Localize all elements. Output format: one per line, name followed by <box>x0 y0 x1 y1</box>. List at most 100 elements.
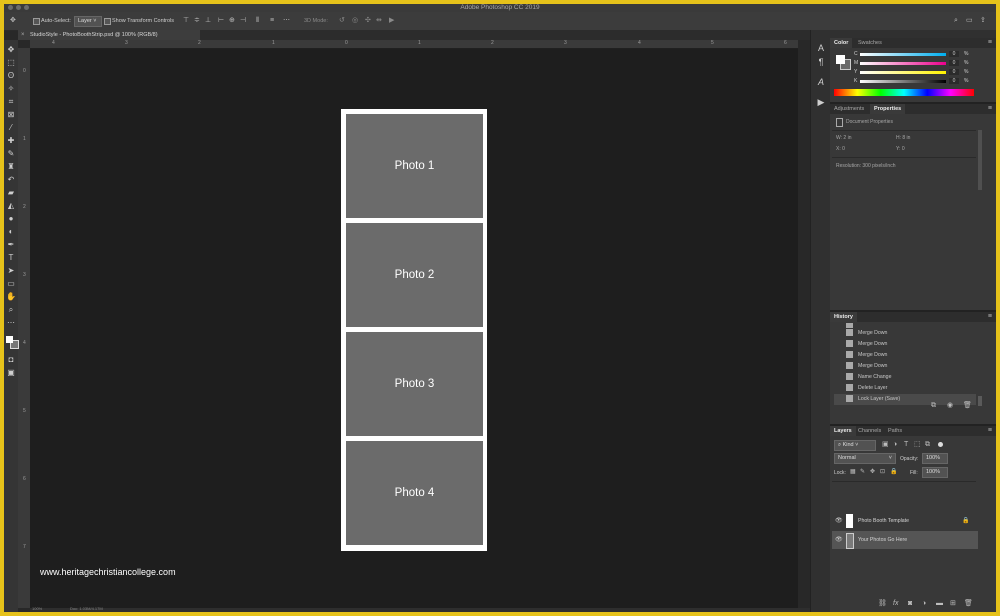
black-value[interactable]: 0 <box>949 78 959 84</box>
snapshot-camera-icon[interactable]: ◉ <box>947 400 953 412</box>
document-tab[interactable]: × StudioStyle - PhotoBoothStrip.psd @ 10… <box>18 30 200 40</box>
yellow-value[interactable]: 0 <box>949 69 959 75</box>
glyphs-panel-icon[interactable]: A <box>811 74 831 90</box>
type-tool-icon[interactable]: T <box>4 252 18 264</box>
magic-wand-tool-icon[interactable]: ✧ <box>4 83 18 95</box>
edit-toolbar-icon[interactable]: ⋯ <box>4 317 18 329</box>
align-top-icon[interactable]: ⊤ <box>183 12 189 30</box>
history-item[interactable]: Name Change <box>834 372 976 383</box>
eraser-tool-icon[interactable]: ▰ <box>4 187 18 199</box>
move-tool-icon[interactable]: ✥ <box>4 44 18 56</box>
height-value[interactable]: H: 8 in <box>896 135 910 141</box>
paint-bucket-tool-icon[interactable]: ◭ <box>4 200 18 212</box>
blend-mode-dropdown[interactable]: Normal ˅ <box>834 453 896 464</box>
align-right-icon[interactable]: ⊣ <box>240 12 246 30</box>
tab-properties[interactable]: Properties <box>870 104 906 114</box>
layer-filter-kind-dropdown[interactable]: ⌕ Kind ˅ <box>834 440 876 451</box>
properties-panel-menu-icon[interactable]: ≡ <box>988 104 992 114</box>
eyedropper-tool-icon[interactable]: ⁄ <box>4 122 18 134</box>
adjustment-layer-icon[interactable]: ◑ <box>922 598 926 610</box>
pen-tool-icon[interactable]: ✒ <box>4 239 18 251</box>
photo-frame-4[interactable]: Photo 4 <box>346 441 483 545</box>
blur-tool-icon[interactable]: ● <box>4 213 18 225</box>
history-item[interactable]: Delete Layer <box>834 383 976 394</box>
hand-tool-icon[interactable]: ✋ <box>4 291 18 303</box>
layers-panel-menu-icon[interactable]: ≡ <box>988 426 992 436</box>
color-panel-menu-icon[interactable]: ≡ <box>988 38 992 48</box>
history-item[interactable]: Merge Down <box>834 350 976 361</box>
layer-effects-icon[interactable]: fx <box>893 598 898 610</box>
photo-frame-1[interactable]: Photo 1 <box>346 114 483 218</box>
canvas-area[interactable]: Photo 1 Photo 2 Photo 3 Photo 4 www.heri… <box>30 49 798 608</box>
align-bottom-icon[interactable]: ⊥ <box>205 12 211 30</box>
magenta-slider[interactable] <box>860 62 946 65</box>
photo-strip-document[interactable]: Photo 1 Photo 2 Photo 3 Photo 4 <box>341 109 487 551</box>
lock-transparent-icon[interactable]: ▦ <box>850 466 856 478</box>
marquee-tool-icon[interactable]: ⬚ <box>4 57 18 69</box>
yellow-slider[interactable] <box>860 71 946 74</box>
opacity-field[interactable]: 100% <box>922 453 948 464</box>
clone-stamp-tool-icon[interactable]: ♜ <box>4 161 18 173</box>
tab-channels[interactable]: Channels <box>854 426 885 436</box>
3d-scale-icon[interactable]: ▶ <box>389 12 394 30</box>
tab-layers[interactable]: Layers <box>830 426 856 436</box>
paragraph-panel-icon[interactable]: ¶ <box>811 54 831 70</box>
3d-roll-icon[interactable]: ◎ <box>352 12 358 30</box>
tab-swatches[interactable]: Swatches <box>854 38 886 48</box>
screen-mode-icon[interactable]: ▣ <box>4 367 18 379</box>
frame-tool-icon[interactable]: ⊠ <box>4 109 18 121</box>
foreground-color-chip[interactable] <box>836 55 845 64</box>
properties-scrollbar[interactable] <box>978 130 982 190</box>
crop-tool-icon[interactable]: ⌗ <box>4 96 18 108</box>
quick-mask-icon[interactable]: ◘ <box>4 354 18 366</box>
layer-row-selected[interactable]: 👁 Your Photos Go Here <box>832 531 978 549</box>
rectangle-tool-icon[interactable]: ▭ <box>4 278 18 290</box>
3d-pan-icon[interactable]: ✣ <box>365 12 371 30</box>
link-layers-icon[interactable]: ⛓ <box>878 598 887 610</box>
tab-history[interactable]: History <box>830 312 857 322</box>
align-middle-icon[interactable]: ≑ <box>194 12 200 30</box>
color-spectrum-ramp[interactable] <box>834 89 974 96</box>
history-item-selected[interactable]: Lock Layer (Save) <box>834 394 976 405</box>
magenta-value[interactable]: 0 <box>949 60 959 66</box>
more-options-icon[interactable]: ⋯ <box>283 12 290 30</box>
healing-brush-tool-icon[interactable]: ✚ <box>4 135 18 147</box>
visibility-eye-icon[interactable]: 👁 <box>835 512 843 530</box>
auto-select-target-dropdown[interactable]: Layer ˅ <box>74 16 102 27</box>
add-mask-icon[interactable]: ◙ <box>908 598 912 610</box>
auto-select-checkbox[interactable] <box>33 18 40 25</box>
align-left-icon[interactable]: ⊢ <box>218 12 224 30</box>
close-tab-icon[interactable]: × <box>21 30 25 40</box>
move-tool-icon[interactable]: ✥ <box>10 12 16 30</box>
history-item[interactable]: Merge Down <box>834 339 976 350</box>
history-item[interactable]: Merge Down <box>834 361 976 372</box>
visibility-eye-icon[interactable]: 👁 <box>835 531 843 549</box>
path-selection-tool-icon[interactable]: ➤ <box>4 265 18 277</box>
fill-field[interactable]: 100% <box>922 467 948 478</box>
tab-paths[interactable]: Paths <box>884 426 906 436</box>
filter-pixel-icon[interactable]: ▣ <box>882 440 889 450</box>
dodge-tool-icon[interactable]: ◐ <box>4 226 18 238</box>
new-group-icon[interactable]: ▬ <box>936 598 943 610</box>
new-document-from-state-icon[interactable]: ⧉ <box>931 400 936 412</box>
foreground-color-swatch[interactable] <box>6 336 13 343</box>
history-panel-menu-icon[interactable]: ≡ <box>988 312 992 322</box>
distribute-vertical-icon[interactable]: ≡ <box>270 12 274 30</box>
filter-shape-icon[interactable]: ⬚ <box>914 440 921 450</box>
history-scrollbar[interactable] <box>978 396 982 406</box>
width-value[interactable]: W: 2 in <box>836 135 851 141</box>
tab-adjustments[interactable]: Adjustments <box>830 104 868 114</box>
cyan-value[interactable]: 0 <box>949 51 959 57</box>
layer-row[interactable]: 👁 Photo Booth Template 🔒 <box>832 512 978 530</box>
history-brush-tool-icon[interactable]: ↶ <box>4 174 18 186</box>
lock-all-icon[interactable]: 🔒 <box>890 466 897 478</box>
x-value[interactable]: X: 0 <box>836 146 845 152</box>
distribute-icon[interactable]: ⦀ <box>256 12 259 30</box>
lock-image-icon[interactable]: ✎ <box>860 466 865 478</box>
lasso-tool-icon[interactable]: ʘ <box>4 70 18 82</box>
brush-tool-icon[interactable]: ✎ <box>4 148 18 160</box>
search-icon[interactable]: ⌕ <box>954 12 958 30</box>
actions-panel-icon[interactable]: ▶ <box>811 94 831 110</box>
share-icon[interactable]: ⇪ <box>980 12 986 30</box>
lock-position-icon[interactable]: ✥ <box>870 466 875 478</box>
